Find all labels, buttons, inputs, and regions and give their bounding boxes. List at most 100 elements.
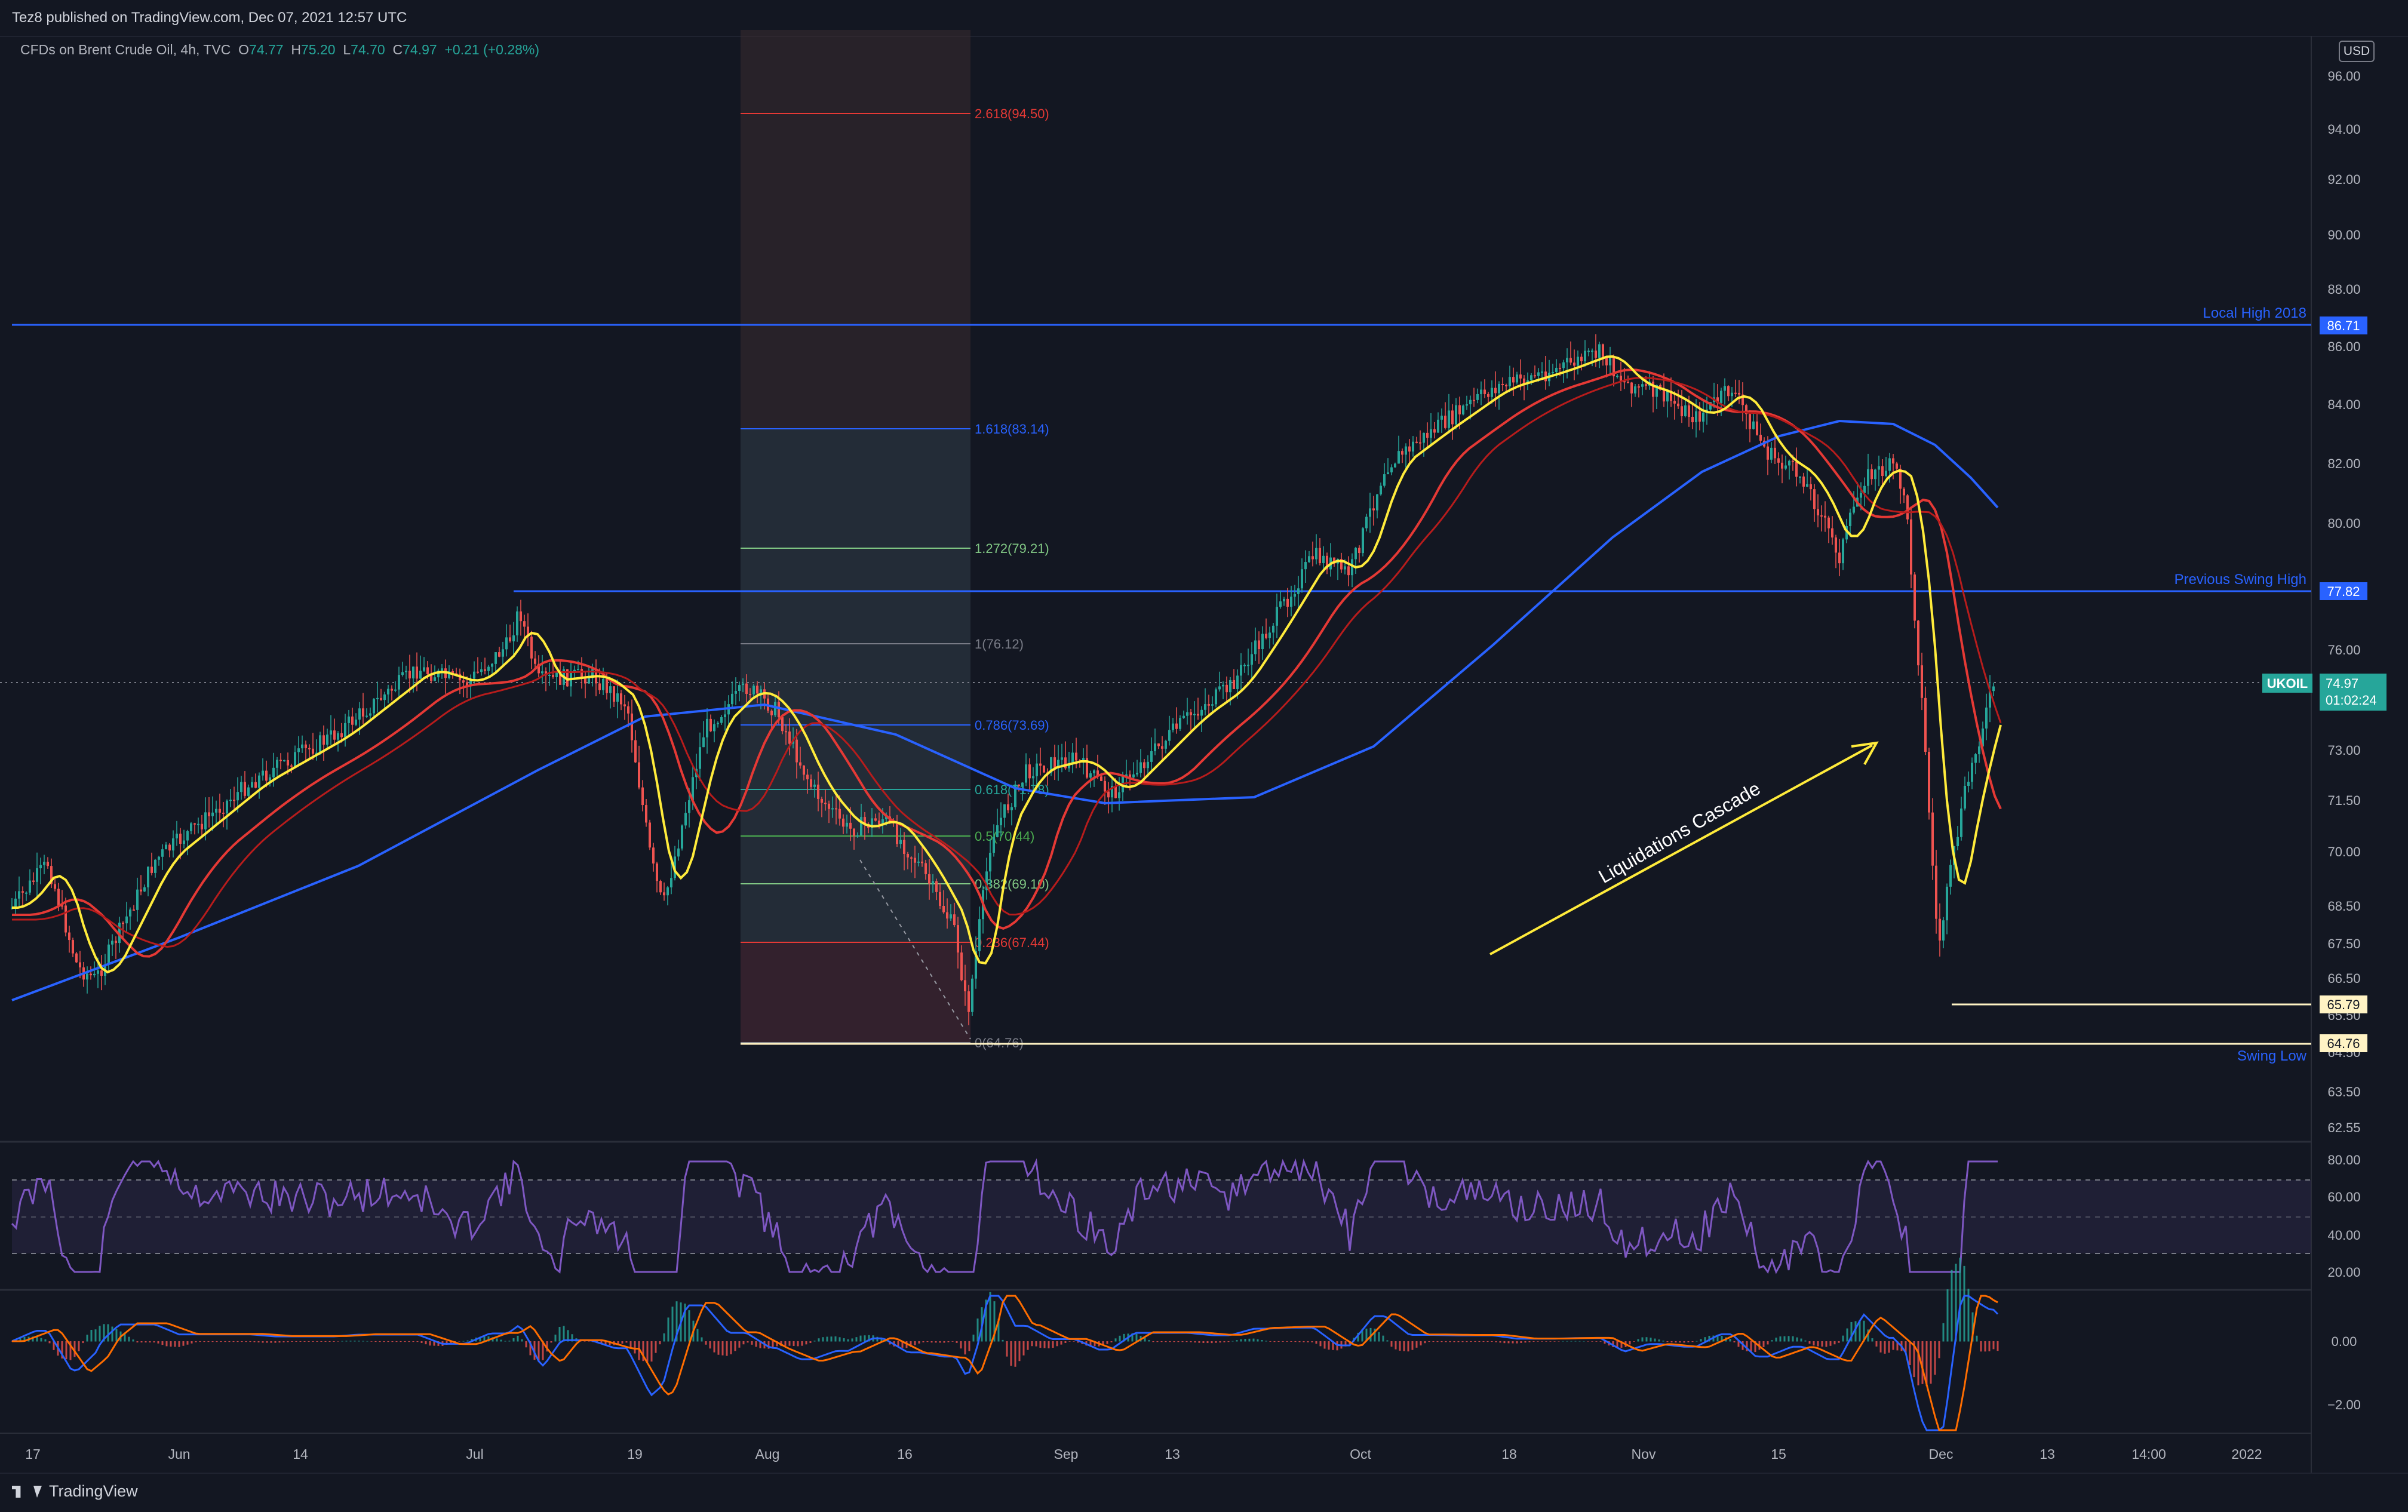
candle-body	[641, 787, 644, 806]
macd-hist-bar	[291, 1341, 293, 1342]
candle-body	[204, 812, 207, 829]
fib-zone-low	[741, 942, 970, 1045]
candle-body	[1602, 344, 1604, 357]
candle-body	[251, 782, 253, 788]
candle-body	[1494, 388, 1497, 394]
candle-body	[387, 689, 389, 694]
candle-body	[358, 708, 361, 720]
candle-body	[609, 686, 612, 693]
ma-mid2-line[interactable]	[12, 376, 2002, 948]
fib-level-label: 0.236(67.44)	[975, 935, 1049, 950]
candle-body	[1208, 704, 1210, 706]
macd-hist-bar	[784, 1341, 787, 1346]
candle-body	[778, 702, 780, 718]
candle-body	[1860, 493, 1862, 498]
macd-hist-bar	[1257, 1339, 1259, 1342]
macd-hist-bar	[1687, 1341, 1690, 1342]
candlestick-series[interactable]	[11, 334, 1995, 1025]
macd-hist-bar	[1202, 1341, 1205, 1343]
macd-hist-bar	[149, 1341, 151, 1343]
macd-hist-bar	[751, 1341, 753, 1345]
macd-hist-bar	[926, 1341, 929, 1342]
macd-signal-line[interactable]	[12, 1295, 1998, 1431]
candle-body	[290, 765, 293, 767]
macd-hist-bar	[1988, 1341, 1991, 1351]
candle-body	[939, 892, 941, 906]
candle-body	[1408, 446, 1411, 452]
candle-body	[337, 733, 339, 740]
macd-hist-bar	[855, 1337, 858, 1342]
macd-line[interactable]	[11, 1295, 1999, 1431]
candle-body	[1792, 460, 1794, 462]
macd-hist-bar	[1499, 1341, 1501, 1343]
macd-hist-bar	[257, 1341, 260, 1343]
candle-body	[799, 762, 801, 766]
macd-hist-bar	[1679, 1341, 1681, 1343]
candle-body	[1233, 680, 1235, 689]
price-axis-label: 96.00	[2327, 69, 2360, 84]
annotation-liquidations[interactable]: Liquidations Cascade	[1595, 777, 1764, 887]
candle-body	[1003, 804, 1006, 818]
tradingview-logo[interactable]: TradingView	[12, 1482, 138, 1501]
macd-hist-bar	[625, 1341, 628, 1343]
macd-histogram[interactable]	[11, 1258, 1999, 1387]
rsi-axis[interactable]: 80.00 60.00 40.00 20.00	[2327, 1153, 2360, 1280]
footer-bar	[0, 1473, 2408, 1512]
rsi-axis-label: 40.00	[2327, 1228, 2360, 1243]
candle-body	[1218, 686, 1221, 690]
macd-hist-bar	[211, 1341, 214, 1342]
macd-hist-bar	[1800, 1338, 1802, 1342]
candle-body	[1759, 435, 1762, 441]
candle-body	[39, 865, 42, 869]
macd-hist-bar	[1411, 1341, 1414, 1350]
macd-hist-bar	[1792, 1336, 1794, 1342]
price-axis-label: 92.00	[2327, 172, 2360, 187]
macd-hist-bar	[968, 1341, 970, 1351]
candle-body	[369, 713, 371, 716]
candle-body	[978, 919, 981, 951]
macd-hist-bar	[78, 1341, 80, 1351]
macd-hist-bar	[408, 1341, 410, 1342]
candle-body	[426, 667, 429, 674]
candle-body	[294, 752, 296, 767]
badge-local-high: 86.71	[2320, 316, 2367, 334]
macd-axis[interactable]: 0.00 −2.00	[2327, 1334, 2361, 1412]
candle-body	[860, 817, 862, 835]
macd-hist-bar	[517, 1335, 519, 1342]
candle-body	[412, 666, 414, 679]
candle-body	[785, 731, 787, 733]
candle-body	[1200, 709, 1203, 716]
macd-hist-bar	[755, 1341, 757, 1347]
candle-body	[408, 671, 411, 679]
candle-body	[441, 668, 443, 671]
macd-hist-bar	[1733, 1341, 1736, 1342]
macd-hist-bar	[1846, 1328, 1848, 1342]
ma-slow-line[interactable]	[11, 419, 1999, 1001]
candle-body	[1458, 405, 1461, 414]
macd-hist-bar	[1817, 1341, 1819, 1347]
macd-hist-bar	[1658, 1339, 1660, 1342]
candle-body	[1304, 562, 1307, 570]
macd-hist-bar	[1106, 1341, 1108, 1344]
candle-body	[1419, 442, 1421, 444]
candle-body	[1720, 391, 1722, 403]
macd-hist-bar	[111, 1326, 113, 1342]
candle-body	[1501, 383, 1504, 385]
badge-symbol[interactable]: UKOIL	[2262, 674, 2312, 693]
macd-hist-bar	[1959, 1258, 1961, 1342]
macd-hist-bar	[65, 1341, 67, 1360]
candle-body	[1061, 757, 1063, 760]
candle-body	[1283, 598, 1285, 602]
candle-body	[1437, 419, 1439, 433]
chart-canvas[interactable]: 2.618(94.50) 1.618(83.14) 1.272(79.21) 1(76…	[0, 0, 2408, 1512]
time-axis[interactable]: 17 Jun 14 Jul 19 Aug 16 Sep 13 Oct 18 Nov 15 Dec 13 14:…	[25, 1446, 2262, 1462]
macd-hist-bar	[1980, 1341, 1982, 1352]
time-axis-label: 14	[293, 1446, 308, 1462]
tradingview-window: { "header": { "publisher_text": "Tez8 pu…	[0, 0, 2408, 1512]
price-axis[interactable]: 96.00 94.00 92.00 90.00 88.00 86.00 84.00 82.00…	[2327, 69, 2360, 1135]
liquidations-arrow[interactable]	[1489, 744, 1873, 955]
macd-hist-bar	[458, 1341, 460, 1342]
candle-body	[878, 820, 880, 825]
candle-body	[1358, 548, 1360, 554]
price-axis-label: 84.00	[2327, 397, 2360, 412]
